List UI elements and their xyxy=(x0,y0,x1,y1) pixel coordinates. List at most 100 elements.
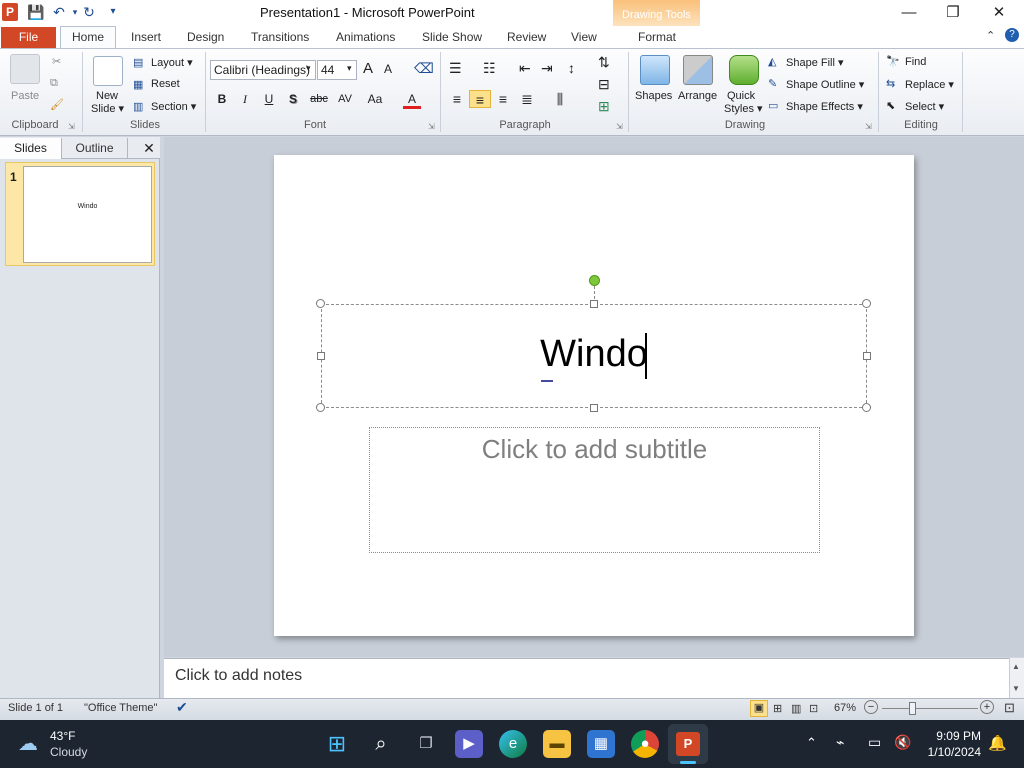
close-pane-icon[interactable]: ✕ xyxy=(140,139,158,157)
minimize-button[interactable]: — xyxy=(886,0,932,26)
microsoft-store-icon[interactable]: ▦ xyxy=(587,730,615,758)
quick-styles-label-line2[interactable]: Styles ▾ xyxy=(724,102,763,115)
shape-effects-button[interactable]: Shape Effects ▾ xyxy=(786,100,863,113)
zoom-level[interactable]: 67% xyxy=(834,702,856,714)
font-name-dropdown-icon[interactable]: ▾ xyxy=(306,63,311,74)
find-button[interactable]: Find xyxy=(905,56,926,68)
shape-fill-button[interactable]: Shape Fill ▾ xyxy=(786,56,844,69)
font-size-dropdown-icon[interactable]: ▾ xyxy=(347,63,352,74)
customize-qat-icon[interactable]: ▾ xyxy=(104,3,122,21)
format-painter-icon[interactable]: 🖌 xyxy=(50,98,64,111)
increase-indent-icon[interactable]: ⇥ xyxy=(541,60,553,77)
arrange-icon[interactable] xyxy=(683,55,713,85)
line-spacing-icon[interactable]: ↕ xyxy=(568,60,575,76)
weather-cloud-icon[interactable]: ☁ xyxy=(18,731,38,756)
tab-animations[interactable]: Animations xyxy=(336,30,395,44)
rotation-handle[interactable] xyxy=(589,275,600,286)
tab-view[interactable]: View xyxy=(571,30,597,44)
replace-button[interactable]: Replace ▾ xyxy=(905,78,954,91)
tab-insert[interactable]: Insert xyxy=(131,30,161,44)
minimize-ribbon-icon[interactable]: ⌃ xyxy=(986,29,995,42)
slide-show-view-icon[interactable]: ⊡ xyxy=(809,702,818,715)
paste-icon[interactable] xyxy=(10,54,40,84)
zoom-slider-thumb[interactable] xyxy=(909,702,917,715)
slide-sorter-view-icon[interactable]: ⊞ xyxy=(773,702,782,715)
spell-check-icon[interactable]: ✔ xyxy=(176,699,188,716)
resize-handle-right[interactable] xyxy=(863,352,871,360)
close-button[interactable]: ✕ xyxy=(976,0,1022,26)
scroll-down-icon[interactable]: ▼ xyxy=(1012,684,1020,693)
chrome-browser-icon[interactable]: ● xyxy=(631,730,659,758)
resize-handle-top-right[interactable] xyxy=(862,299,871,308)
justify-icon[interactable]: ≣ xyxy=(518,90,536,108)
new-slide-label-line2[interactable]: Slide ▾ xyxy=(91,102,124,115)
tab-file[interactable]: File xyxy=(1,27,56,48)
fit-to-window-icon[interactable]: ⊡ xyxy=(1004,700,1015,716)
notifications-bell-icon[interactable]: 🔔 xyxy=(988,734,1007,752)
show-hidden-icons-chevron[interactable]: ⌃ xyxy=(806,735,817,751)
paste-button-label[interactable]: Paste xyxy=(11,90,39,102)
shape-outline-button[interactable]: Shape Outline ▾ xyxy=(786,78,864,91)
numbering-icon[interactable]: ☷ xyxy=(483,60,496,77)
resize-handle-top[interactable] xyxy=(590,300,598,308)
save-icon[interactable]: 💾 xyxy=(27,3,45,21)
tab-slide-show[interactable]: Slide Show xyxy=(422,30,482,44)
shapes-button[interactable]: Shapes xyxy=(635,90,672,102)
layout-button[interactable]: Layout ▾ xyxy=(151,56,193,69)
columns-icon[interactable]: ⫼ xyxy=(551,90,569,108)
powerpoint-taskbar-button[interactable]: P xyxy=(668,724,708,764)
resize-handle-bottom-left[interactable] xyxy=(316,403,325,412)
zoom-slider-track[interactable] xyxy=(882,708,978,709)
font-color-button[interactable]: A xyxy=(403,90,421,109)
bullets-icon[interactable]: ☰ xyxy=(449,60,462,77)
strikethrough-button[interactable]: abc xyxy=(307,90,331,108)
quick-styles-icon[interactable] xyxy=(729,55,759,85)
notes-placeholder-text[interactable]: Click to add notes xyxy=(175,667,302,685)
scroll-up-icon[interactable]: ▲ xyxy=(1012,662,1020,671)
new-slide-label-line1[interactable]: New xyxy=(96,90,118,102)
redo-icon[interactable]: ↻ xyxy=(80,3,98,21)
shapes-icon[interactable] xyxy=(640,55,670,85)
grow-font-button[interactable]: A xyxy=(363,60,373,77)
reading-view-icon[interactable]: ▥ xyxy=(791,702,801,715)
decrease-indent-icon[interactable]: ⇤ xyxy=(519,60,531,77)
align-center-icon[interactable]: ≡ xyxy=(469,90,491,108)
clock-time[interactable]: 9:09 PM xyxy=(925,729,981,743)
smartart-icon[interactable]: ⊞ xyxy=(598,98,610,115)
weather-description[interactable]: Cloudy xyxy=(50,745,87,759)
file-explorer-icon[interactable]: ▬ xyxy=(543,730,571,758)
align-text-icon[interactable]: ⊟ xyxy=(598,76,610,93)
text-shadow-button[interactable]: S xyxy=(284,90,302,108)
italic-button[interactable]: I xyxy=(236,90,254,108)
cut-icon[interactable]: ✂ xyxy=(52,55,61,68)
display-icon[interactable]: ▭ xyxy=(868,734,881,751)
start-windows-icon[interactable]: ⊞ xyxy=(323,730,351,758)
maximize-button[interactable]: ❐ xyxy=(930,0,976,26)
clock-date[interactable]: 1/10/2024 xyxy=(915,745,981,759)
resize-handle-left[interactable] xyxy=(317,352,325,360)
edge-browser-icon[interactable]: e xyxy=(499,730,527,758)
zoom-out-icon[interactable]: − xyxy=(864,700,878,714)
help-icon[interactable]: ? xyxy=(1005,28,1019,42)
autocorrect-indicator[interactable] xyxy=(541,380,553,382)
underline-button[interactable]: U xyxy=(260,90,278,108)
slide-title-text[interactable]: Windo xyxy=(321,333,867,376)
paragraph-launcher-icon[interactable]: ⇲ xyxy=(616,122,623,131)
reset-button[interactable]: Reset xyxy=(151,78,180,90)
align-right-icon[interactable]: ≡ xyxy=(494,90,512,108)
align-left-icon[interactable]: ≡ xyxy=(448,90,466,108)
task-view-icon[interactable]: ❐ xyxy=(412,730,440,758)
tab-review[interactable]: Review xyxy=(507,30,546,44)
resize-handle-bottom-right[interactable] xyxy=(862,403,871,412)
copy-icon[interactable]: ⧉ xyxy=(50,77,58,90)
subtitle-placeholder-text[interactable]: Click to add subtitle xyxy=(369,434,820,465)
tab-format[interactable]: Format xyxy=(638,30,676,44)
search-icon[interactable]: ⌕ xyxy=(367,730,395,758)
network-icon[interactable]: ⌁ xyxy=(836,734,844,751)
quick-styles-label-line1[interactable]: Quick xyxy=(727,90,755,102)
drawing-launcher-icon[interactable]: ⇲ xyxy=(865,122,872,131)
change-case-button[interactable]: Aa xyxy=(364,90,386,108)
section-button[interactable]: Section ▾ xyxy=(151,100,196,113)
normal-view-icon[interactable]: ▣ xyxy=(750,700,768,717)
font-name-combo[interactable]: Calibri (Headings) xyxy=(210,60,316,80)
